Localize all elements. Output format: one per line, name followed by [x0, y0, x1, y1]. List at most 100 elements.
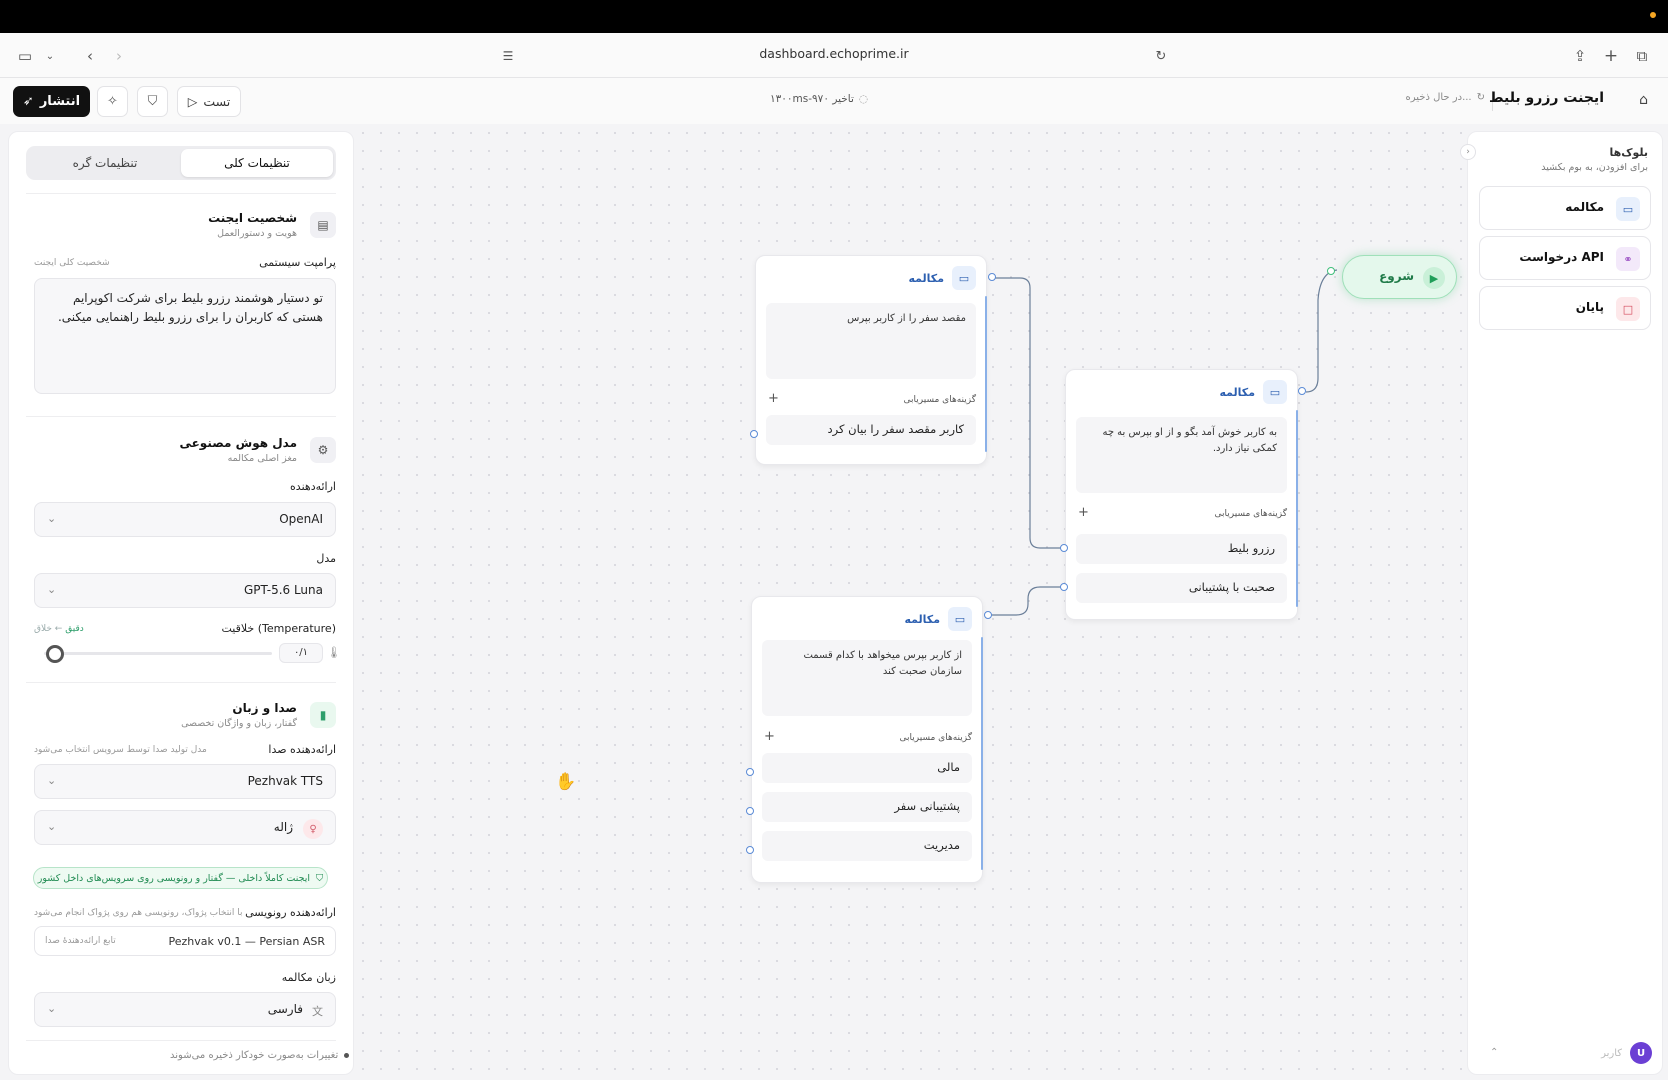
start-output-port[interactable] [1327, 267, 1335, 275]
temperature-slider-track[interactable] [44, 652, 272, 655]
status-dot-icon [1650, 12, 1656, 18]
status-dot-icon [344, 1053, 350, 1058]
gauge-icon: ◌ [858, 93, 869, 105]
user-avatar: U [1630, 1042, 1652, 1064]
settings-tabs: تنظیمات کلی تنظیمات گره [26, 146, 336, 180]
divider [26, 1040, 336, 1041]
add-route-icon[interactable]: + [764, 729, 775, 744]
user-name: کاربر [1601, 1047, 1622, 1059]
autosave-text: تغییرات به‌صورت خودکار ذخیره می‌شوند [170, 1050, 339, 1061]
autosave-note: تغییرات به‌صورت خودکار ذخیره می‌شوند [170, 1050, 350, 1061]
temperature-slider-thumb[interactable] [46, 645, 65, 663]
persona-title: شخصیت ایجنت [208, 211, 297, 225]
tabs-overview-icon[interactable]: ⧉ [1631, 45, 1653, 67]
chevron-down-icon: ⌄ [47, 1002, 57, 1015]
provider-label: ارائه‌دهنده [290, 480, 336, 493]
publish-button[interactable]: ➶ انتشار [13, 86, 90, 117]
tts-hint: مدل تولید صدا توسط سرویس انتخاب می‌شود [34, 745, 207, 755]
route-output-port[interactable] [1060, 544, 1068, 552]
domestic-badge: ایجنت کاملاً داخلی — گفتار و رونویسی روی… [33, 867, 328, 889]
divider [26, 682, 336, 683]
route-item[interactable]: پشتیبانی سفر [762, 792, 972, 822]
node-input-port[interactable] [1298, 387, 1306, 395]
tab-node-settings[interactable]: تنظیمات گره [29, 149, 181, 177]
temperature-label: خلاقیت (Temperature) [221, 622, 336, 635]
chevron-down-icon: ⌄ [47, 774, 57, 787]
node-accent-bar [985, 296, 987, 452]
block-api-request[interactable]: ⚭ درخواست API [1479, 236, 1651, 280]
node-prompt[interactable]: از کاربر بپرس میخواهد با کدام قسمت سازما… [762, 640, 972, 716]
block-conversation[interactable]: ▭ مکالمه [1479, 186, 1651, 230]
conversation-node-department[interactable]: مکالمه ▭ از کاربر بپرس میخواهد با کدام ق… [751, 596, 983, 883]
route-item[interactable]: صحبت با پشتیبانی [1076, 573, 1287, 603]
tab-general-settings[interactable]: تنظیمات کلی [181, 149, 333, 177]
brain-icon: ⚙ [310, 437, 336, 463]
model-title: مدل هوش مصنوعی [179, 436, 297, 450]
stop-square-icon: □ [1616, 297, 1640, 321]
model-value: GPT-5.6 Luna [243, 583, 323, 597]
route-output-port[interactable] [746, 768, 754, 776]
asr-hint: با انتخاب پژواک، رونویسی هم روی پژواک ان… [34, 908, 243, 918]
add-route-icon[interactable]: + [1078, 505, 1089, 520]
node-input-port[interactable] [988, 273, 996, 281]
conversation-node-welcome[interactable]: مکالمه ▭ به کاربر خوش آمد بگو و از او بپ… [1065, 369, 1298, 620]
system-top-bar [0, 0, 1668, 33]
share-icon[interactable]: ⇪ [1569, 45, 1591, 67]
route-output-port[interactable] [746, 846, 754, 854]
provider-select[interactable]: OpenAI ⌄ [34, 502, 336, 537]
add-route-icon[interactable]: + [768, 391, 779, 406]
block-end[interactable]: □ پایان [1479, 286, 1651, 330]
home-icon[interactable]: ⌂ [1639, 92, 1648, 108]
block-label: درخواست API [1519, 250, 1604, 264]
temperature-value[interactable]: ۰/۱ [279, 643, 323, 663]
browser-toolbar: ▭ ⌄ ‹ › ☰ dashboard.echoprime.ir ↻ ⇪ + ⧉ [0, 33, 1668, 78]
reload-icon[interactable]: ↻ [1150, 45, 1172, 67]
translate-icon: 文 [312, 1005, 323, 1018]
tts-value: Pezhvak TTS [247, 774, 323, 788]
asr-label: ارائه‌دهنده رونویسی [245, 906, 336, 919]
system-prompt-textarea[interactable]: تو دستیار هوشمند رزرو بلیط برای شرکت اکو… [34, 278, 336, 394]
language-label: زبان مکالمه [281, 971, 336, 984]
prompt-label: پرامپت سیستمی [259, 256, 336, 269]
chevron-down-icon: ⌄ [47, 583, 57, 596]
user-menu[interactable]: کاربر U [1601, 1042, 1652, 1064]
node-prompt[interactable]: به کاربر خوش آمد بگو و از او بپرس به چه … [1076, 417, 1287, 493]
play-outline-icon: ▷ [187, 94, 198, 109]
voice-select[interactable]: ♀ ژاله ⌄ [34, 810, 336, 845]
start-label: شروع [1379, 269, 1414, 283]
divider [26, 416, 336, 417]
chat-bubble-icon: ▭ [948, 607, 972, 631]
id-card-icon: ▤ [310, 212, 336, 238]
tts-label: ارائه‌دهنده صدا [268, 743, 336, 756]
language-select[interactable]: 文 فارسی ⌄ [34, 992, 336, 1027]
tts-select[interactable]: Pezhvak TTS ⌄ [34, 764, 336, 799]
start-node[interactable]: ▶ شروع [1342, 255, 1457, 299]
node-input-port[interactable] [984, 611, 992, 619]
route-item[interactable]: رزرو بلیط [1076, 534, 1287, 564]
route-output-port[interactable] [750, 430, 758, 438]
collapse-panel-icon[interactable]: › [1460, 144, 1476, 160]
node-prompt[interactable]: مقصد سفر را از کاربر بپرس [766, 303, 976, 379]
address-bar[interactable]: dashboard.echoprime.ir [0, 46, 1668, 61]
chevron-up-icon[interactable]: ⌃ [1490, 1047, 1498, 1058]
test-label: تست [203, 94, 231, 109]
magic-button[interactable]: ✧ [97, 86, 128, 117]
provider-value: OpenAI [279, 512, 323, 526]
route-item[interactable]: مالی [762, 753, 972, 783]
new-tab-icon[interactable]: + [1600, 45, 1622, 67]
route-item[interactable]: کاربر مقصد سفر را بیان کرد [766, 415, 976, 445]
route-output-port[interactable] [746, 807, 754, 815]
node-header: مکالمه ▭ [904, 607, 972, 631]
route-output-port[interactable] [1060, 583, 1068, 591]
security-button[interactable]: ⛉ [137, 86, 168, 117]
test-button[interactable]: ▷ تست [177, 86, 241, 117]
conversation-node-destination[interactable]: مکالمه ▭ مقصد سفر را از کاربر بپرس گزینه… [755, 255, 987, 465]
model-select[interactable]: GPT-5.6 Luna ⌄ [34, 573, 336, 608]
latency-indicator: ۱۳۰۰ms-۹۷۰ تاخیر ◌ [770, 93, 868, 105]
routes-label: گزینه‌های مسیریابی [903, 395, 976, 405]
node-title: مکالمه [904, 612, 940, 626]
block-label: پایان [1575, 300, 1604, 314]
block-label: مکالمه [1565, 200, 1604, 214]
chat-bubble-icon: ▭ [1263, 380, 1287, 404]
route-item[interactable]: مدیریت [762, 831, 972, 861]
